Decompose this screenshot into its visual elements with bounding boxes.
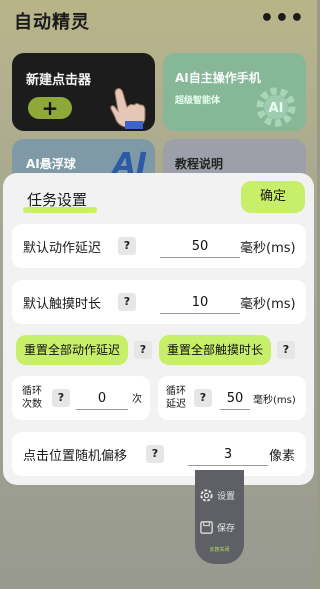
- new-clicker-card[interactable]: 新建点击器 +: [12, 53, 155, 131]
- dialog-title: 任务设置: [27, 191, 88, 209]
- loop-delay-label-line1: 循环: [166, 386, 186, 397]
- ai-operator-title: AI自主操作手机: [175, 71, 261, 85]
- loop-delay-input[interactable]: [220, 388, 250, 410]
- default-delay-help-button[interactable]: ?: [118, 237, 136, 255]
- default-touch-row: 默认触摸时长 ? 毫秒(ms): [12, 280, 306, 324]
- guide-title: 教程说明: [175, 157, 224, 171]
- default-delay-input[interactable]: [160, 236, 240, 258]
- ai-float-title: AI悬浮球: [26, 157, 76, 171]
- ai-gear-badge: AI: [269, 101, 284, 116]
- default-touch-unit: 毫秒(ms): [240, 297, 296, 312]
- random-offset-unit: 像素: [269, 449, 296, 464]
- gear-icon: [200, 489, 213, 502]
- loop-count-help-button[interactable]: ?: [52, 389, 70, 407]
- random-offset-input[interactable]: [188, 444, 268, 466]
- loop-count-input[interactable]: [76, 388, 128, 410]
- loop-delay-row: 循环 延迟 ? 毫秒(ms): [158, 376, 306, 420]
- add-clicker-button[interactable]: +: [28, 97, 72, 119]
- reset-delay-help-button[interactable]: ?: [134, 341, 152, 359]
- reset-touch-help-button[interactable]: ?: [277, 341, 295, 359]
- save-icon: [200, 521, 213, 534]
- long-press-close-hint: 长按关闭: [209, 547, 230, 553]
- loop-delay-help-button[interactable]: ?: [194, 389, 212, 407]
- random-offset-label: 点击位置随机偏移: [23, 449, 128, 464]
- default-delay-unit: 毫秒(ms): [240, 241, 296, 256]
- default-delay-row: 默认动作延迟 ? 毫秒(ms): [12, 224, 306, 268]
- settings-label: 设置: [217, 492, 236, 502]
- pointing-hand-icon: [110, 88, 146, 129]
- loop-count-label-line1: 循环: [22, 386, 42, 397]
- save-label: 保存: [217, 524, 236, 534]
- loop-count-row: 循环 次数 ? 次: [12, 376, 150, 420]
- loop-delay-label-line2: 延迟: [166, 399, 186, 410]
- loop-count-label-line2: 次数: [22, 399, 42, 410]
- floating-toolbar[interactable]: 设置 保存 长按关闭: [195, 470, 244, 564]
- task-settings-dialog: 任务设置 确定 默认动作延迟 ? 毫秒(ms) 默认触摸时长 ? 毫秒(ms) …: [3, 173, 314, 485]
- new-clicker-title: 新建点击器: [26, 73, 92, 88]
- loop-delay-unit: 毫秒(ms): [253, 395, 296, 406]
- default-touch-input[interactable]: [160, 292, 240, 314]
- confirm-button[interactable]: 确定: [241, 181, 305, 213]
- more-dots-icon[interactable]: •••: [260, 6, 305, 31]
- ai-operator-card[interactable]: AI自主操作手机 超级智能体 AI: [163, 53, 306, 131]
- reset-all-touch-button[interactable]: 重置全部触摸时长: [159, 335, 271, 365]
- default-touch-label: 默认触摸时长: [23, 297, 102, 312]
- app-title: 自动精灵: [14, 12, 90, 33]
- default-touch-help-button[interactable]: ?: [118, 293, 136, 311]
- save-button[interactable]: 保存: [197, 518, 242, 536]
- default-delay-label: 默认动作延迟: [23, 241, 102, 256]
- ai-operator-subtitle: 超级智能体: [175, 96, 221, 106]
- reset-all-delay-button[interactable]: 重置全部动作延迟: [16, 335, 128, 365]
- random-offset-help-button[interactable]: ?: [146, 445, 164, 463]
- settings-button[interactable]: 设置: [197, 486, 242, 504]
- ai-gear-icon: AI: [256, 87, 296, 127]
- random-offset-row: 点击位置随机偏移 ? 像素: [12, 432, 306, 476]
- loop-count-unit: 次: [132, 394, 142, 405]
